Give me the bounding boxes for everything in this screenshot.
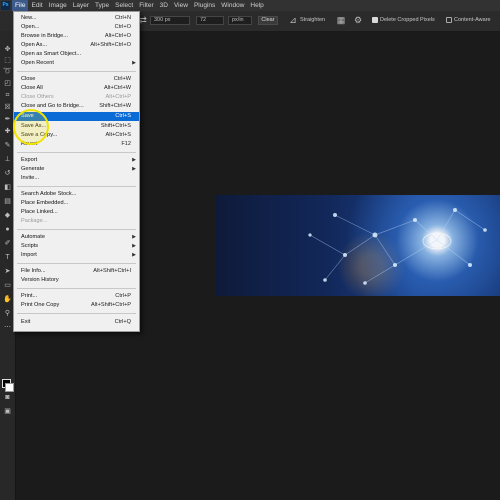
menu-separator [17,313,136,314]
menu-item-exit[interactable]: Exit Ctrl+Q [14,318,139,327]
menu-item-open[interactable]: Open... Ctrl+O [14,23,139,32]
menu-window[interactable]: Window [218,0,247,11]
menu-separator [17,263,136,264]
menu-item-close-all[interactable]: Close All Alt+Ctrl+W [14,84,139,93]
lasso-icon[interactable]: ➰ [2,67,13,76]
canvas-image[interactable] [215,195,500,296]
menu-select[interactable]: Select [112,0,136,11]
menu-filter[interactable]: Filter [136,0,156,11]
gear-icon[interactable]: ⚙ [353,15,363,25]
submenu-arrow-icon: ▶ [132,243,136,249]
menu-edit[interactable]: Edit [28,0,45,11]
submenu-arrow-icon: ▶ [132,157,136,163]
delete-cropped-checkbox[interactable] [372,17,378,23]
resolution-unit-select[interactable]: px/in [228,16,252,25]
menu-item-import[interactable]: Import ▶ [14,251,139,260]
menu-image[interactable]: Image [46,0,70,11]
menu-item-place-embedded[interactable]: Place Embedded... [14,199,139,208]
menu-item-package: Package... [21,218,48,224]
clear-button[interactable]: Clear [258,16,278,25]
menu-separator [17,152,136,153]
menu-item-save[interactable]: Save Ctrl+S [14,112,139,121]
object-select-icon[interactable]: ◰ [2,79,13,88]
menu-item-revert[interactable]: Revert F12 [14,140,139,149]
submenu-arrow-icon: ▶ [132,60,136,66]
healing-icon[interactable]: ✚ [2,127,13,136]
delete-cropped-label: Delete Cropped Pixels [380,17,435,23]
content-aware-checkbox[interactable] [446,17,452,23]
menu-item-browse-in-bridge[interactable]: Browse in Bridge... Alt+Ctrl+O [14,32,139,41]
menu-item-generate[interactable]: Generate ▶ [14,165,139,174]
menu-3d[interactable]: 3D [157,0,171,11]
menu-help[interactable]: Help [247,0,266,11]
menu-item-place-linked[interactable]: Place Linked... [14,208,139,217]
menu-item-file-info[interactable]: File Info... Alt+Shift+Ctrl+I [14,267,139,276]
straighten-icon[interactable]: ⊿ [288,15,298,25]
menu-type[interactable]: Type [92,0,112,11]
straighten-label: Straighten [300,17,326,23]
type-icon[interactable]: T [2,253,13,262]
menu-item-invite[interactable]: Invite... [14,174,139,183]
marquee-icon[interactable]: ⬚ [2,56,13,65]
menu-separator [17,186,136,187]
content-aware-label: Content-Aware [454,17,491,23]
menu-item-print-one-copy[interactable]: Print One Copy Alt+Shift+Ctrl+P [14,301,139,310]
menu-view[interactable]: View [171,0,191,11]
shape-icon[interactable]: ▭ [2,281,13,290]
submenu-arrow-icon: ▶ [132,166,136,172]
file-menu: New... Ctrl+N Open... Ctrl+O Browse in Bri… [13,11,140,332]
menu-item-save-a-copy[interactable]: Save a Copy... Alt+Ctrl+S [14,131,139,140]
hand-icon[interactable]: ✋ [2,295,13,304]
overlay-grid-icon[interactable]: ▦ [336,15,346,25]
eyedropper-icon[interactable]: ✒ [2,115,13,124]
photoshop-logo-icon[interactable]: Ps [1,1,10,10]
menu-separator [17,71,136,72]
eraser-icon[interactable]: ◧ [2,183,13,192]
menu-item-close-others: Close Others Alt+Ctrl+P [21,94,131,100]
menu-item-open-recent[interactable]: Open Recent ▶ [14,59,139,68]
network-graphic [308,208,487,285]
menu-item-scripts[interactable]: Scripts ▶ [14,242,139,251]
menu-file[interactable]: File [12,0,29,11]
crop-icon[interactable]: ⌗ [2,91,13,100]
submenu-arrow-icon: ▶ [132,234,136,240]
menu-item-open-as-smart-object[interactable]: Open as Smart Object... [14,50,139,59]
menu-item-version-history[interactable]: Version History [14,276,139,285]
menu-item-save-as[interactable]: Save As... Shift+Ctrl+S [14,122,139,131]
pen-icon[interactable]: ✐ [2,239,13,248]
menu-bar: Ps File Edit Image Layer Type Select Fil… [0,0,500,11]
menu-item-print[interactable]: Print... Ctrl+P [14,292,139,301]
dodge-icon[interactable]: ● [2,225,13,234]
menu-item-close-and-go-to-bridge[interactable]: Close and Go to Bridge... Shift+Ctrl+W [14,102,139,111]
menu-item-export[interactable]: Export ▶ [14,156,139,165]
brush-icon[interactable]: ✎ [2,141,13,150]
history-brush-icon[interactable]: ↺ [2,169,13,178]
screen-mode-icon[interactable]: ▣ [2,407,13,416]
frame-icon[interactable]: ☒ [2,103,13,112]
submenu-arrow-icon: ▶ [132,252,136,258]
blur-icon[interactable]: ◆ [2,211,13,220]
background-color-swatch[interactable] [5,383,14,392]
menu-plugins[interactable]: Plugins [191,0,218,11]
menu-separator [17,229,136,230]
menu-item-open-as[interactable]: Open As... Alt+Shift+Ctrl+O [14,41,139,50]
path-select-icon[interactable]: ➤ [2,267,13,276]
menu-separator [17,288,136,289]
quick-mask-icon[interactable]: ◙ [2,393,13,402]
stamp-icon[interactable]: ⊥ [2,155,13,164]
menu-item-new[interactable]: New... Ctrl+N [14,14,139,23]
resolution-field[interactable]: 72 [196,16,224,25]
menu-layer[interactable]: Layer [70,0,92,11]
more-tools-icon[interactable]: ⋯ [2,323,13,332]
menu-item-search-adobe-stock[interactable]: Search Adobe Stock... [14,190,139,199]
gradient-icon[interactable]: ▤ [2,197,13,206]
zoom-icon[interactable]: ⚲ [2,309,13,318]
width-field[interactable]: 300 px [150,16,190,25]
menu-item-automate[interactable]: Automate ▶ [14,233,139,242]
menu-item-close[interactable]: Close Ctrl+W [14,75,139,84]
move-icon[interactable]: ✥ [2,45,13,54]
